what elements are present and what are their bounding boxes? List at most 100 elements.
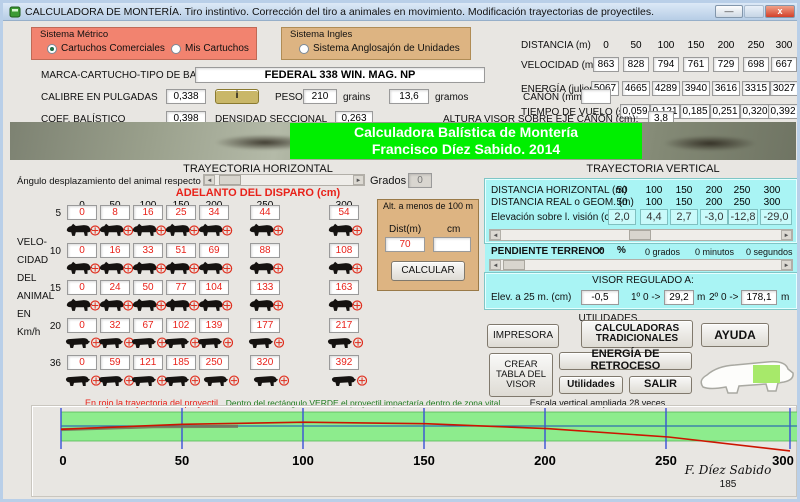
grados-label: Grados — [370, 175, 406, 187]
info-button[interactable]: i — [215, 89, 259, 104]
alt-panel-title: Alt. a menos de 100 m — [378, 201, 478, 211]
adelanto-cell: 54 — [329, 205, 359, 220]
peso-grains-field[interactable]: 210 — [303, 89, 337, 104]
boar-icon — [327, 297, 363, 314]
utilidades-button[interactable]: Utilidades — [559, 376, 623, 394]
scroll-left-icon[interactable]: ◄ — [490, 230, 501, 240]
velocidad-cell: 729 — [713, 57, 739, 72]
calibre-field[interactable]: 0,338 — [166, 89, 206, 104]
boar-icon — [98, 222, 134, 239]
boar-icon — [197, 297, 233, 314]
boar-icon — [98, 297, 134, 314]
radio-cartuchos-comerciales[interactable] — [47, 44, 57, 54]
dist-field[interactable]: 70 — [385, 237, 425, 252]
boar-icon — [65, 335, 101, 352]
sistema-metrico-title: Sistema Métrico — [40, 29, 108, 40]
scroll-left-icon[interactable]: ◄ — [204, 175, 215, 185]
cm-field[interactable] — [433, 237, 471, 252]
distancia-value: 0 — [593, 40, 619, 51]
adelanto-cell: 139 — [199, 318, 229, 333]
velocidad-cell: 698 — [743, 57, 769, 72]
angulo-scroll-thumb[interactable] — [219, 175, 241, 185]
calibre-label: CALIBRE EN PULGADAS — [41, 92, 158, 103]
maximize-button[interactable] — [744, 5, 764, 18]
adelanto-cell: 392 — [329, 355, 359, 370]
elev25-label: Elev. a 25 m. (cm) — [491, 292, 571, 303]
close-button[interactable]: x — [765, 5, 795, 18]
boar-icon — [248, 222, 284, 239]
tiempo-cell: 0,392 — [768, 104, 798, 119]
scroll-right-icon[interactable]: ► — [781, 230, 792, 240]
energia-cell: 3315 — [742, 81, 770, 96]
adelanto-cell: 104 — [199, 280, 229, 295]
elev-cell: -29,0 — [760, 209, 792, 225]
dist-h-value: 50 — [609, 185, 635, 196]
minimize-button[interactable]: — — [715, 5, 743, 18]
adelanto-cell: 24 — [100, 280, 130, 295]
boar-icon — [253, 373, 289, 390]
boar-icon — [164, 335, 200, 352]
elevation-scroll-thumb[interactable] — [629, 230, 651, 240]
velocidad-cell: 761 — [683, 57, 709, 72]
radio-cartuchos-comerciales-label: Cartuchos Comerciales — [61, 43, 165, 54]
boar-icon — [197, 222, 233, 239]
distancia-value: 300 — [771, 40, 797, 51]
adelanto-cell: 67 — [133, 318, 163, 333]
boar-icon — [65, 373, 101, 390]
banner: Calculadora Balística de Montería Franci… — [290, 123, 642, 159]
grados-field[interactable]: 0 — [408, 173, 432, 188]
cm-label: cm — [447, 224, 460, 235]
dist-r-value: 250 — [729, 197, 755, 208]
title-bar[interactable]: CALCULADORA DE MONTERÍA. Tiro instintivo… — [3, 3, 797, 21]
adelanto-cell: 0 — [67, 280, 97, 295]
banner-line1: Calculadora Balística de Montería — [290, 124, 642, 141]
pendiente-scrollbar[interactable]: ◄ ► — [489, 259, 793, 271]
angulo-scrollbar[interactable]: ◄ ► — [203, 174, 365, 186]
adelanto-cell: 50 — [133, 280, 163, 295]
distancia-value: 150 — [683, 40, 709, 51]
calculadoras-button[interactable]: CALCULADORAS TRADICIONALES — [581, 320, 693, 348]
peso-gramos-field[interactable]: 13,6 — [389, 89, 429, 104]
elev-cell: 4,4 — [640, 209, 668, 225]
canon-field[interactable] — [581, 89, 611, 104]
tiempo-cell: 0,185 — [680, 104, 710, 119]
elev-cell: 2,7 — [670, 209, 698, 225]
dist-h-label: DISTANCIA HORIZONTAL (m) — [491, 185, 627, 196]
radio-mis-cartuchos[interactable] — [171, 44, 181, 54]
adelanto-cell: 77 — [166, 280, 196, 295]
pendiente-scroll-thumb[interactable] — [503, 260, 525, 270]
boar-icon — [248, 335, 284, 352]
signature-name: F. Díez Sabido — [663, 463, 793, 477]
elevation-scrollbar[interactable]: ◄ ► — [489, 229, 793, 241]
scroll-right-icon[interactable]: ► — [781, 260, 792, 270]
zero2-field[interactable]: 178,1 — [741, 290, 777, 305]
energia-retroceso-button[interactable]: ENERGÍA DE RETROCESO — [559, 352, 692, 370]
radio-anglosajon[interactable] — [299, 44, 309, 54]
adelanto-cell: 0 — [67, 355, 97, 370]
crear-tabla-button[interactable]: CREAR TABLA DEL VISOR — [489, 353, 553, 397]
salir-button[interactable]: SALIR — [629, 376, 692, 394]
boar-icon — [98, 335, 134, 352]
impresora-button[interactable]: IMPRESORA — [487, 324, 559, 348]
x-tick-label: 150 — [413, 453, 435, 468]
energia-cell: 4289 — [652, 81, 680, 96]
boar-icon — [197, 335, 233, 352]
ayuda-button[interactable]: AYUDA — [701, 323, 769, 347]
dist-h-value: 200 — [701, 185, 727, 196]
energia-cell: 3027 — [770, 81, 798, 96]
calcular-button[interactable]: CALCULAR — [391, 261, 465, 281]
boar-icon — [327, 260, 363, 277]
adelanto-cell: 69 — [199, 243, 229, 258]
scroll-left-icon[interactable]: ◄ — [490, 260, 501, 270]
zero1-field[interactable]: 29,2 — [664, 290, 694, 305]
vital-zone-boar-image — [697, 356, 797, 401]
signature-number: 185 — [663, 479, 793, 490]
boar-icon — [131, 260, 167, 277]
scroll-right-icon[interactable]: ► — [353, 175, 364, 185]
dist-h-value: 100 — [641, 185, 667, 196]
gramos-label: gramos — [435, 92, 468, 103]
banner-line2: Francisco Díez Sabido. 2014 — [290, 141, 642, 158]
speed-label: 36 — [43, 358, 61, 369]
marca-field[interactable]: FEDERAL 338 WIN. MAG. NP — [195, 67, 485, 83]
elev25-field[interactable]: -0,5 — [581, 290, 619, 305]
